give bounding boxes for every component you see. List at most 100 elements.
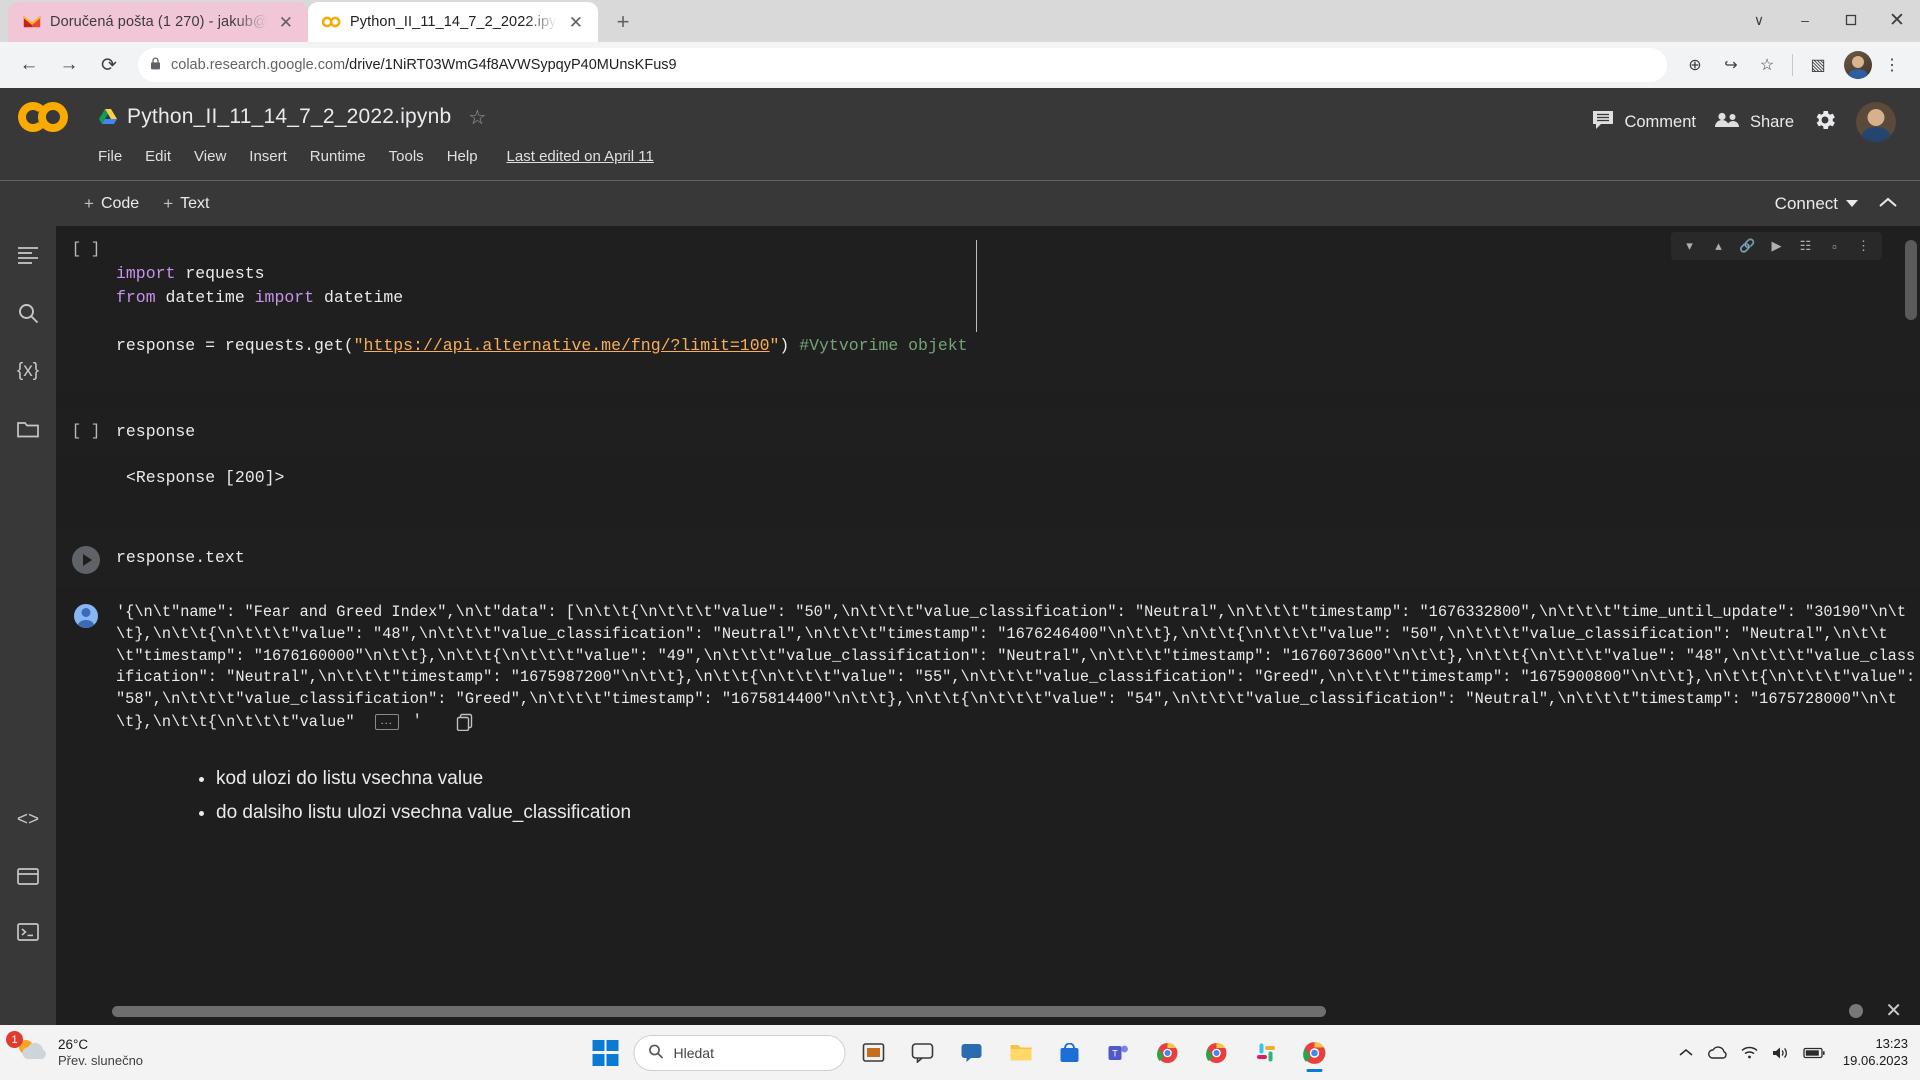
- code-content[interactable]: import requests from datetime import dat…: [116, 238, 968, 382]
- avatar[interactable]: [1856, 102, 1896, 142]
- share-icon[interactable]: ↪: [1715, 49, 1747, 81]
- taskbar-app-widgets[interactable]: [902, 1032, 944, 1074]
- taskbar-app-chrome-secondary[interactable]: [1196, 1032, 1238, 1074]
- cell-run-prompt[interactable]: [ ]: [56, 238, 116, 258]
- chrome-browser-window: Doručená pošta (1 270) - jakub@ ✕ Python…: [0, 0, 1920, 1025]
- maximize-button[interactable]: [1828, 4, 1874, 36]
- menu-item-edit[interactable]: Edit: [145, 148, 171, 165]
- add-text-cell-button[interactable]: + Text: [163, 194, 209, 214]
- windows-logo-icon: [592, 1039, 619, 1066]
- share-button[interactable]: Share: [1714, 111, 1794, 134]
- collapse-header-icon[interactable]: [1878, 193, 1898, 215]
- menu-item-insert[interactable]: Insert: [249, 148, 287, 165]
- add-code-cell-button[interactable]: + Code: [84, 194, 139, 214]
- close-window-button[interactable]: ✕: [1874, 4, 1920, 36]
- code-cell[interactable]: ▾ ▴ 🔗 ▶ ☷ ▫ ⋮ [ ] import requests from d…: [56, 226, 1920, 394]
- search-icon[interactable]: [13, 298, 43, 328]
- taskbar-app-task-view[interactable]: [853, 1032, 895, 1074]
- tab-search-chevron-icon[interactable]: ∨: [1736, 4, 1782, 36]
- wifi-icon[interactable]: [1741, 1046, 1758, 1059]
- link-cell-icon[interactable]: 🔗: [1734, 235, 1761, 257]
- back-icon[interactable]: ←: [12, 48, 46, 82]
- comment-button[interactable]: Comment: [1592, 110, 1696, 135]
- comment-cell-icon[interactable]: ▶: [1763, 235, 1790, 257]
- markdown-cell[interactable]: kod ulozi do listu vsechna value do dals…: [56, 740, 1920, 830]
- taskbar-app-slack[interactable]: [1245, 1032, 1287, 1074]
- chevron-down-icon[interactable]: [1846, 200, 1858, 207]
- notebook-scroll-area[interactable]: ▾ ▴ 🔗 ▶ ☷ ▫ ⋮ [ ] import requests from d…: [56, 226, 1920, 1025]
- horizontal-scrollbar[interactable]: [112, 1006, 1898, 1017]
- last-edited-label[interactable]: Last edited on April 11: [507, 148, 654, 165]
- code-content[interactable]: response: [116, 420, 195, 444]
- copy-icon[interactable]: [456, 713, 473, 732]
- taskbar-app-file-explorer[interactable]: [1000, 1032, 1042, 1074]
- cell-run-button[interactable]: [56, 544, 116, 574]
- weather-widget[interactable]: 26°C Přev. slunečno 1: [0, 1031, 260, 1070]
- menu-item-tools[interactable]: Tools: [389, 148, 424, 165]
- tab-close-icon[interactable]: ✕: [566, 12, 586, 33]
- taskbar-app-chat[interactable]: [951, 1032, 993, 1074]
- gear-icon[interactable]: [1812, 107, 1838, 138]
- profile-avatar[interactable]: [1844, 51, 1872, 79]
- forward-icon[interactable]: →: [52, 48, 86, 82]
- menu-item-view[interactable]: View: [194, 148, 226, 165]
- taskbar-app-teams[interactable]: T: [1098, 1032, 1140, 1074]
- expand-output-button[interactable]: ...: [374, 713, 399, 730]
- minimize-button[interactable]: –: [1782, 4, 1828, 36]
- volume-icon[interactable]: [1772, 1046, 1789, 1060]
- chrome-menu-icon[interactable]: ⋮: [1876, 49, 1908, 81]
- menu-item-runtime[interactable]: Runtime: [310, 148, 366, 165]
- taskbar-app-store[interactable]: [1049, 1032, 1091, 1074]
- zoom-icon[interactable]: ⊕: [1679, 49, 1711, 81]
- vertical-scrollbar[interactable]: [1905, 226, 1917, 1025]
- taskbar-app-chrome-active[interactable]: [1294, 1032, 1336, 1074]
- notification-badge: 1: [6, 1031, 23, 1048]
- tab-close-icon[interactable]: ✕: [276, 12, 296, 33]
- code-cell[interactable]: response.text: [56, 530, 1920, 588]
- browser-tab-colab[interactable]: Python_II_11_14_7_2_2022.ipynb ✕: [308, 2, 598, 42]
- start-button[interactable]: [585, 1032, 627, 1074]
- move-cell-down-icon[interactable]: ▾: [1676, 235, 1703, 257]
- table-of-contents-icon[interactable]: [13, 240, 43, 270]
- url-host: colab.research.google.com: [171, 57, 346, 73]
- terminal-icon[interactable]: [13, 917, 43, 947]
- files-icon[interactable]: [13, 414, 43, 444]
- cell-toolbar: ▾ ▴ 🔗 ▶ ☷ ▫ ⋮: [1671, 232, 1882, 260]
- plus-icon: +: [84, 193, 94, 213]
- connect-button[interactable]: Connect: [1775, 194, 1858, 214]
- horizontal-scrollbar-thumb[interactable]: [112, 1006, 1327, 1017]
- variables-icon[interactable]: {x}: [13, 356, 43, 386]
- vertical-scrollbar-thumb[interactable]: [1905, 240, 1917, 320]
- code-snippets-icon[interactable]: <>: [13, 805, 43, 835]
- code-cell-inner: [ ] response: [56, 408, 1920, 456]
- browser-tab-gmail[interactable]: Doručená pošta (1 270) - jakub@ ✕: [8, 2, 308, 42]
- extensions-icon[interactable]: ▧: [1802, 49, 1834, 81]
- reload-icon[interactable]: ⟳: [92, 48, 126, 82]
- onedrive-cloud-icon[interactable]: [1707, 1046, 1727, 1059]
- url-path: /drive/1NiRT03WmG4f8AVWSypqyP40MUnsKFus9: [345, 57, 677, 73]
- output-avatar-gutter: [56, 602, 116, 734]
- tray-chevron-up-icon[interactable]: [1679, 1048, 1693, 1057]
- command-palette-icon[interactable]: [13, 861, 43, 891]
- code-cell[interactable]: [ ] response: [56, 408, 1920, 456]
- battery-icon[interactable]: [1803, 1047, 1825, 1059]
- run-cell-icon[interactable]: [72, 546, 100, 574]
- close-status-icon[interactable]: ✕: [1885, 998, 1902, 1023]
- menu-item-file[interactable]: File: [98, 148, 122, 165]
- star-icon[interactable]: ☆: [468, 105, 486, 130]
- new-tab-button[interactable]: +: [606, 5, 640, 39]
- more-cell-options-icon[interactable]: ⋮: [1850, 235, 1877, 257]
- taskbar-clock[interactable]: 13:23 19.06.2023: [1843, 1036, 1908, 1070]
- menu-item-help[interactable]: Help: [447, 148, 478, 165]
- search-input[interactable]: Hledat: [633, 1034, 846, 1071]
- google-drive-icon[interactable]: [98, 108, 118, 126]
- code-content[interactable]: response.text: [116, 544, 245, 570]
- taskbar-app-chrome[interactable]: [1147, 1032, 1189, 1074]
- delete-cell-icon[interactable]: ▫: [1821, 235, 1848, 257]
- move-cell-up-icon[interactable]: ▴: [1705, 235, 1732, 257]
- bookmark-star-icon[interactable]: ☆: [1751, 49, 1783, 81]
- editor-settings-icon[interactable]: ☷: [1792, 235, 1819, 257]
- cell-run-prompt[interactable]: [ ]: [56, 420, 116, 440]
- menu-bar: File Edit View Insert Runtime Tools Help…: [18, 140, 1920, 172]
- address-bar[interactable]: colab.research.google.com/drive/1NiRT03W…: [138, 48, 1667, 82]
